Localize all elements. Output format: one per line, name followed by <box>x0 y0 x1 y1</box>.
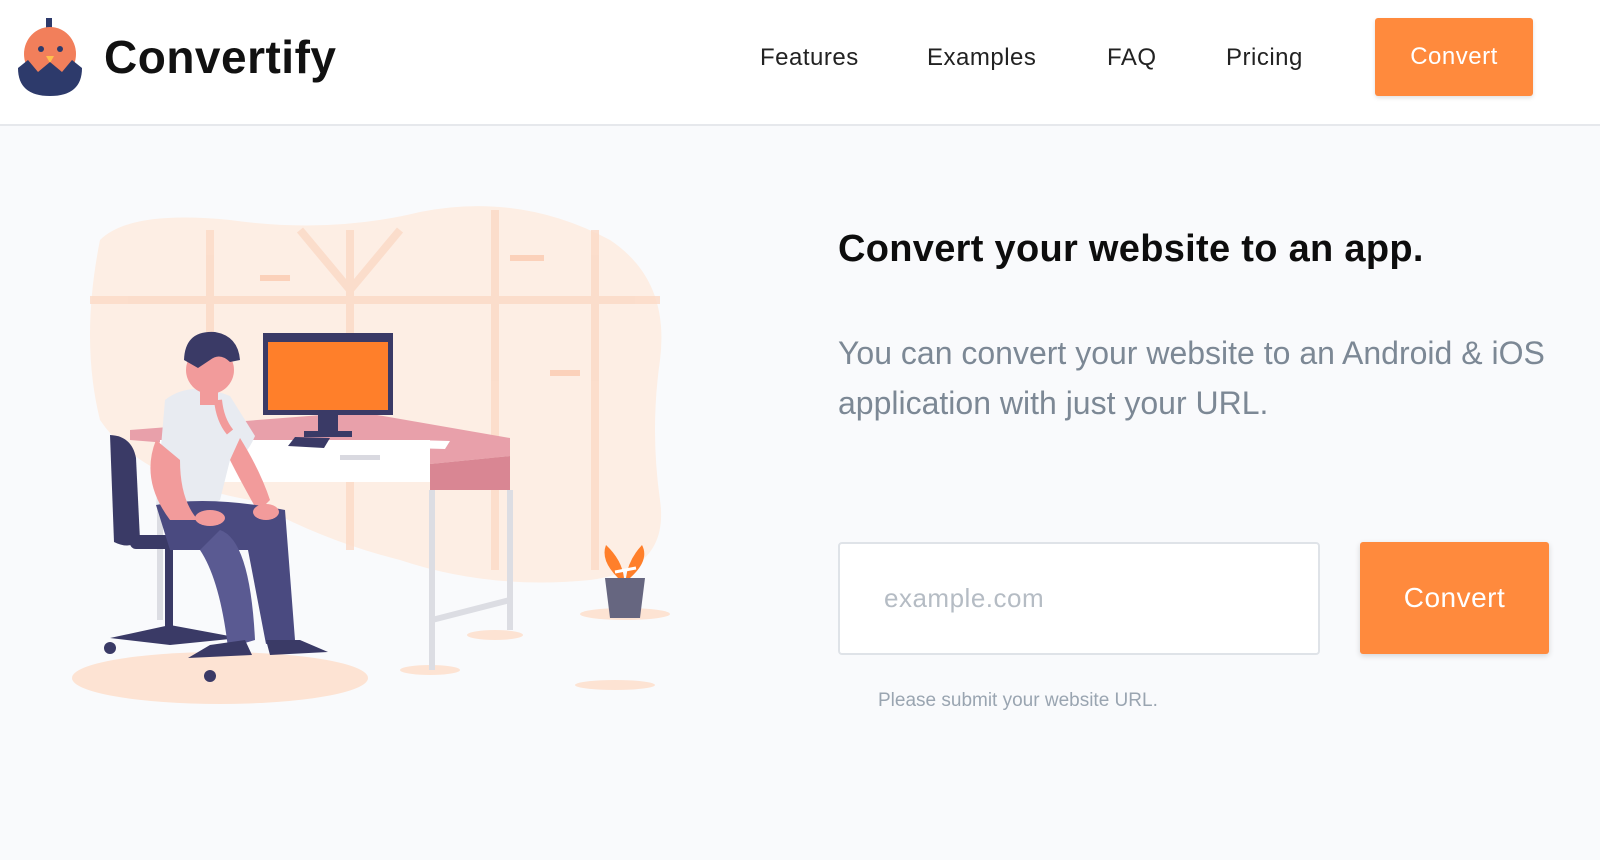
nav-faq[interactable]: FAQ <box>1107 44 1157 72</box>
brand-name[interactable]: Convertify <box>104 30 336 84</box>
site-header: Convertify Features Examples FAQ Pricing… <box>0 0 1600 126</box>
nav-pricing[interactable]: Pricing <box>1226 44 1303 72</box>
convert-submit-button[interactable]: Convert <box>1360 542 1549 654</box>
chick-in-egg-icon[interactable] <box>16 16 86 98</box>
url-hint-text: Please submit your website URL. <box>878 690 1158 711</box>
website-url-input[interactable] <box>838 542 1320 655</box>
person-at-desk-illustration <box>72 206 670 704</box>
header-convert-button[interactable]: Convert <box>1375 18 1533 96</box>
hero-headline: Convert your website to an app. <box>838 228 1424 270</box>
hero-subtext: You can convert your website to an Andro… <box>838 335 1545 421</box>
nav-features[interactable]: Features <box>760 44 859 72</box>
nav-examples[interactable]: Examples <box>927 44 1036 72</box>
